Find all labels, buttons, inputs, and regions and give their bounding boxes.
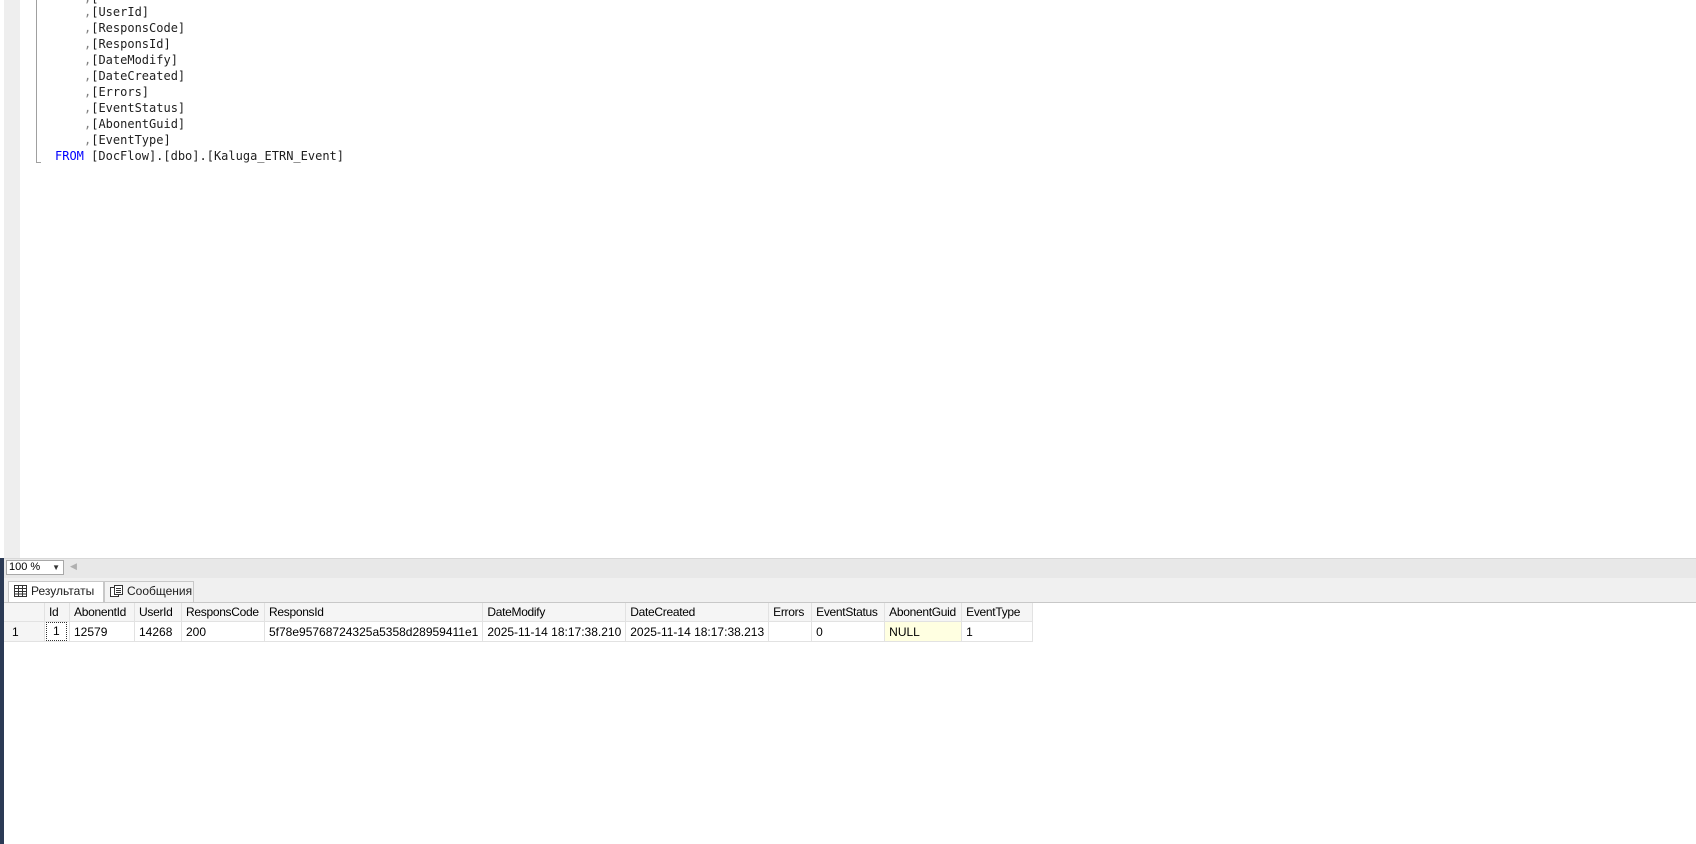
results-tab-bar: Результаты Сообщения bbox=[4, 578, 1696, 603]
code-fold-line bbox=[36, 0, 37, 163]
cell-userid[interactable]: 14268 bbox=[134, 621, 182, 642]
code-line-from: FROM [DocFlow].[dbo].[Kaluga_ETRN_Event] bbox=[55, 148, 344, 164]
tab-results[interactable]: Результаты bbox=[8, 581, 104, 602]
cell-abonentguid[interactable]: NULL bbox=[884, 621, 963, 642]
code-line-eventtype: ,[EventType] bbox=[84, 133, 171, 147]
header-row: Id AbonentId UserId ResponsCode ResponsI… bbox=[4, 603, 1034, 622]
column-header-abonentguid[interactable]: AbonentGuid bbox=[884, 603, 963, 622]
code-line-datecreated: ,[DateCreated] bbox=[84, 69, 186, 83]
column-header-abonentid[interactable]: AbonentId bbox=[69, 603, 135, 622]
code-line-abonentguid: ,[AbonentGuid] bbox=[84, 117, 186, 131]
column-header-id[interactable]: Id bbox=[44, 603, 70, 622]
results-grid[interactable]: Id AbonentId UserId ResponsCode ResponsI… bbox=[4, 603, 1696, 844]
table-row[interactable]: 1 1 12579 14268 200 5f78e95768724325a535… bbox=[4, 621, 1034, 642]
grid-icon bbox=[14, 585, 27, 597]
editor-margin bbox=[4, 0, 20, 558]
tab-results-label: Результаты bbox=[31, 584, 95, 598]
from-table: [DocFlow].[dbo].[Kaluga_ETRN_Event] bbox=[91, 149, 345, 163]
row-number-header bbox=[4, 603, 45, 622]
column-header-eventstatus[interactable]: EventStatus bbox=[811, 603, 886, 622]
cell-responscode[interactable]: 200 bbox=[181, 621, 265, 642]
chevron-down-icon: ▼ bbox=[52, 563, 60, 572]
cell-errors[interactable] bbox=[768, 621, 813, 642]
zoom-select[interactable]: 100 % ▼ bbox=[6, 560, 64, 575]
code-line-responscode: ,[ResponsCode] bbox=[84, 21, 186, 35]
column-header-responsid[interactable]: ResponsId bbox=[264, 603, 484, 622]
zoom-value: 100 % bbox=[9, 561, 41, 573]
code-line-userid: ,[UserId] bbox=[84, 5, 150, 19]
code-fold-end bbox=[36, 162, 41, 163]
cell-eventtype[interactable]: 1 bbox=[961, 621, 1034, 642]
scroll-left-icon[interactable]: ◀ bbox=[70, 561, 77, 572]
row-number[interactable]: 1 bbox=[4, 621, 45, 642]
cell-eventstatus[interactable]: 0 bbox=[811, 621, 886, 642]
code-line-eventstatus: ,[EventStatus] bbox=[84, 101, 186, 115]
code-line-errors: ,[Errors] bbox=[84, 85, 150, 99]
column-header-userid[interactable]: UserId bbox=[134, 603, 182, 622]
code-line-datemodify: ,[DateModify] bbox=[84, 53, 178, 67]
code-line-responsid: ,[ResponsId] bbox=[84, 37, 171, 51]
column-header-datecreated[interactable]: DateCreated bbox=[625, 603, 770, 622]
cell-id[interactable]: 1 bbox=[44, 621, 70, 642]
cell-datecreated[interactable]: 2025-11-14 18:17:38.213 bbox=[625, 621, 770, 642]
column-header-responscode[interactable]: ResponsCode bbox=[181, 603, 265, 622]
column-header-eventtype[interactable]: EventType bbox=[961, 603, 1034, 622]
query-editor[interactable]: ,[ ,[UserId] ,[ResponsCode] ,[ResponsId]… bbox=[0, 0, 1696, 558]
column-header-datemodify[interactable]: DateModify bbox=[482, 603, 627, 622]
cell-datemodify[interactable]: 2025-11-14 18:17:38.210 bbox=[482, 621, 627, 642]
cell-responsid[interactable]: 5f78e95768724325a5358d28959411e1 bbox=[264, 621, 484, 642]
results-table: Id AbonentId UserId ResponsCode ResponsI… bbox=[4, 603, 1034, 642]
editor-status-row: 100 % ▼ ◀ bbox=[4, 558, 1696, 578]
cell-abonentid[interactable]: 12579 bbox=[69, 621, 135, 642]
from-keyword: FROM bbox=[55, 149, 84, 163]
column-header-errors[interactable]: Errors bbox=[768, 603, 813, 622]
tab-messages-label: Сообщения bbox=[127, 584, 193, 598]
messages-icon bbox=[110, 585, 123, 597]
tab-messages[interactable]: Сообщения bbox=[104, 581, 194, 602]
